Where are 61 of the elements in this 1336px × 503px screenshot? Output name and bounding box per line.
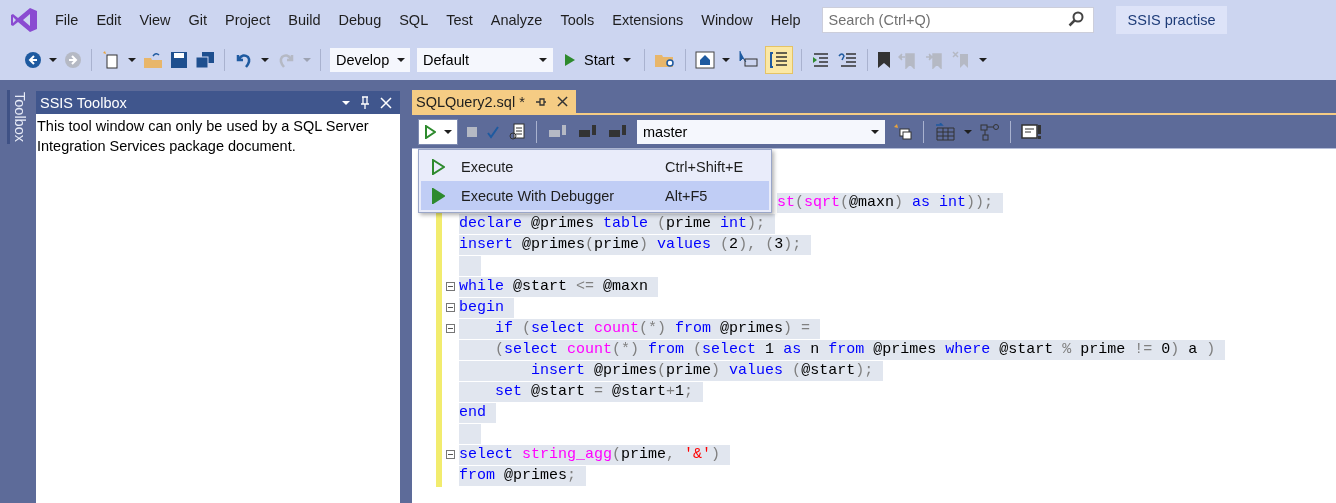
database-dropdown[interactable]: master — [637, 119, 885, 144]
parse-icon[interactable] — [508, 122, 526, 141]
menu-item[interactable]: Tools — [551, 8, 604, 32]
menu-item[interactable]: Git — [179, 8, 217, 32]
stop-icon[interactable] — [466, 125, 478, 138]
menu-item[interactable]: Extensions — [603, 8, 693, 32]
platform-dropdown[interactable]: Default — [417, 48, 553, 72]
menu-item[interactable]: Project — [216, 8, 280, 32]
save-icon[interactable] — [170, 51, 188, 69]
menu-item[interactable]: Analyze — [481, 8, 552, 32]
execute-button[interactable] — [418, 118, 458, 145]
panel-message: This tool window can only be used by a SQL Server Integration Services package document. — [37, 117, 370, 156]
caret-icon[interactable] — [49, 58, 57, 62]
play-icon — [564, 53, 576, 67]
cursor-box-icon[interactable] — [736, 50, 759, 70]
menu-item[interactable]: Execute Ctrl+Shift+E — [421, 152, 769, 181]
menu-item[interactable]: Window — [692, 8, 762, 32]
indent-icon[interactable] — [810, 52, 831, 68]
pin-icon[interactable] — [534, 96, 547, 107]
menu-item[interactable]: SQL — [390, 8, 438, 32]
fold-icon[interactable] — [446, 450, 455, 459]
check-icon[interactable] — [486, 124, 500, 139]
close-icon[interactable] — [556, 96, 568, 107]
caret-icon[interactable] — [721, 58, 730, 62]
back-icon[interactable] — [24, 51, 42, 69]
menu-item[interactable]: Build — [279, 8, 330, 32]
code-editor[interactable] — [412, 149, 1336, 503]
fold-icon[interactable] — [446, 282, 455, 291]
results-icon[interactable] — [1021, 122, 1043, 141]
new-query-icon[interactable] — [893, 122, 913, 141]
menu-item[interactable]: Debug — [329, 8, 391, 32]
menu-item[interactable]: View — [130, 8, 180, 32]
caret-icon[interactable] — [128, 58, 136, 62]
home-icon[interactable] — [694, 51, 715, 69]
caret-icon[interactable] — [261, 58, 269, 62]
menu-item[interactable]: File — [46, 8, 88, 32]
document-tab[interactable]: SQLQuery2.sql * — [412, 90, 576, 113]
caret-icon[interactable] — [978, 58, 987, 62]
start-button[interactable]: Start — [560, 50, 635, 70]
solution-name[interactable]: SSIS practise — [1115, 6, 1228, 34]
new-item-icon[interactable] — [101, 50, 121, 70]
menu-item[interactable]: Execute With Debugger Alt+F5 — [421, 181, 769, 210]
side-tab[interactable]: Toolbox — [6, 90, 30, 144]
save-all-icon[interactable] — [195, 51, 215, 69]
outdent-icon[interactable] — [837, 52, 858, 68]
configuration-dropdown[interactable]: Develop — [330, 48, 410, 72]
menu-item[interactable]: Test — [437, 8, 482, 32]
menu-item[interactable]: Help — [761, 8, 810, 32]
play-icon — [431, 158, 445, 175]
logo-icon — [10, 6, 38, 34]
fold-icon[interactable] — [446, 303, 455, 312]
search-icon[interactable] — [1067, 11, 1084, 27]
play-icon — [431, 187, 445, 204]
bookmark-icon[interactable] — [876, 51, 891, 69]
search-field[interactable]: Search (Ctrl+Q) — [821, 7, 1094, 33]
outline-toggle-icon[interactable] — [765, 47, 792, 73]
open-folder-icon[interactable] — [143, 51, 163, 69]
menu-item[interactable]: Edit — [87, 8, 131, 32]
fold-icon[interactable] — [446, 324, 455, 333]
panel-title: SSIS Toolbox — [40, 94, 128, 111]
play-icon — [424, 124, 436, 139]
